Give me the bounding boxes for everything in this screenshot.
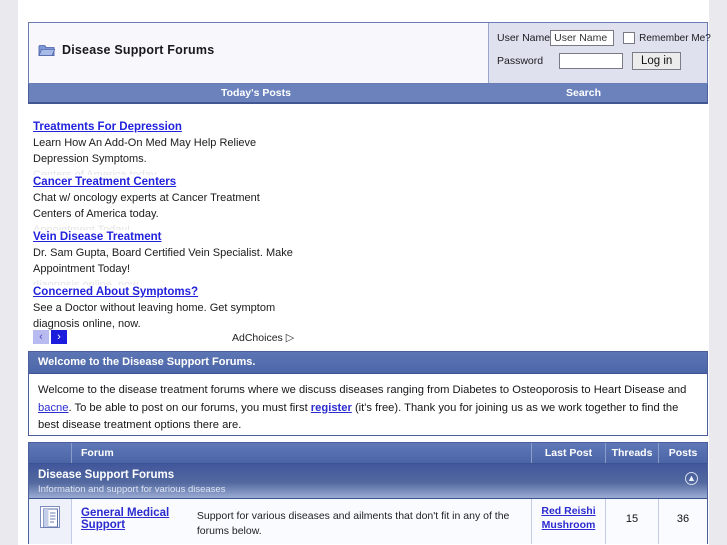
nav-bar: Today's Posts Search	[28, 84, 708, 104]
welcome-body: Welcome to the disease treatment forums …	[29, 374, 707, 435]
nav-todays-posts[interactable]: Today's Posts	[221, 87, 291, 99]
password-input[interactable]	[559, 53, 623, 69]
forum-table: Forum Last Post Threads Posts Disease Su…	[28, 442, 708, 544]
ad-desc-1-line1: Chat w/ oncology experts at Cancer Treat…	[33, 192, 260, 204]
ad-desc-3-line2: diagnosis online, now.	[33, 318, 141, 330]
posts-count: 36	[676, 513, 690, 525]
threads-count: 15	[606, 499, 659, 544]
ad-desc-2-line2: Appointment Today!	[33, 263, 131, 275]
welcome-box: Welcome to the Disease Support Forums. W…	[28, 351, 708, 436]
site-title: Disease Support Forums	[62, 43, 215, 57]
category-title: Disease Support Forums	[38, 469, 175, 481]
table-row: General Medical Support Support for vari…	[29, 499, 707, 544]
adchoices-triangle-icon: ▷	[285, 332, 295, 344]
chevron-up-icon[interactable]: ▲	[685, 472, 698, 485]
ad-prev-arrow-icon[interactable]: ‹	[33, 330, 49, 344]
remember-me-control[interactable]: Remember Me?	[623, 32, 711, 44]
ad-carousel-nav: ‹ ›	[33, 330, 67, 344]
forum-table-header: Forum Last Post Threads Posts	[29, 443, 707, 464]
header-last-post: Last Post	[532, 443, 606, 463]
forum-link-general-medical-support[interactable]: General Medical Support	[81, 507, 197, 544]
forum-status-icon-cell	[29, 499, 72, 544]
login-button[interactable]: Log in	[632, 52, 682, 70]
welcome-heading: Welcome to the Disease Support Forums.	[29, 352, 707, 374]
ad-next-arrow-icon[interactable]: ›	[51, 330, 67, 344]
ad-clipped-text-2: diagnosis online, now.	[33, 279, 141, 285]
ad-title-0[interactable]: Treatments For Depression	[33, 120, 353, 135]
header-icon-column	[29, 443, 72, 463]
ad-desc-1-line2: Centers of America today.	[33, 208, 159, 220]
adchoices-label: AdChoices	[232, 331, 283, 344]
site-branding[interactable]: Disease Support Forums	[38, 43, 214, 57]
header-posts: Posts	[668, 447, 698, 459]
ad-desc-0-line2: Depression Symptoms.	[33, 153, 147, 165]
forum-description: Support for various diseases and ailment…	[196, 510, 510, 537]
header-forum: Forum	[72, 443, 532, 463]
welcome-text-1: Welcome to the disease treatment forums …	[38, 384, 687, 396]
page-root: Disease Support Forums User Name Remembe…	[0, 0, 727, 545]
remember-me-label: Remember Me?	[639, 32, 711, 44]
forum-category-bar: Disease Support Forums Information and s…	[29, 464, 707, 499]
ad-desc-3-line1: See a Doctor without leaving home. Get s…	[33, 302, 276, 314]
site-header: Disease Support Forums User Name Remembe…	[28, 22, 711, 84]
ad-carousel: Treatments For Depression Learn How An A…	[33, 120, 353, 332]
category-subtitle: Information and support for various dise…	[38, 484, 226, 495]
ad-clipped-text-0: Centers of America today.	[33, 169, 159, 175]
ad-title-2[interactable]: Vein Disease Treatment	[33, 230, 353, 245]
bacne-link[interactable]: bacne	[38, 402, 68, 414]
ad-desc-0-line1: Learn How An Add-On Med May Help Relieve	[33, 137, 257, 149]
login-panel: User Name Remember Me? Password Log in	[488, 23, 711, 83]
adchoices[interactable]: AdChoices ▷	[232, 331, 295, 345]
username-label: User Name	[497, 32, 551, 44]
document-icon	[40, 506, 60, 528]
forum-name-cell: General Medical Support Support for vari…	[72, 499, 532, 544]
register-link[interactable]: register	[311, 402, 352, 414]
nav-search[interactable]: Search	[566, 87, 601, 99]
username-input[interactable]	[550, 30, 615, 46]
ad-clipped-text-1: Appointment Today!	[33, 224, 131, 230]
password-row: Password Log in	[497, 52, 701, 70]
password-label: Password	[497, 55, 544, 67]
ad-title-3[interactable]: Concerned About Symptoms?	[33, 285, 353, 300]
username-row: User Name Remember Me?	[497, 30, 711, 46]
ad-title-1[interactable]: Cancer Treatment Centers	[33, 175, 353, 190]
header-threads: Threads	[606, 443, 659, 463]
last-post-link-line1[interactable]: Red Reishi	[541, 504, 595, 518]
last-post-link-line2[interactable]: Mushroom	[542, 518, 596, 532]
welcome-text-2: . To be able to post on our forums, you …	[68, 401, 311, 414]
last-post-cell: Red Reishi Mushroom	[532, 499, 606, 544]
folder-icon	[38, 43, 56, 57]
ad-desc-2-line1: Dr. Sam Gupta, Board Certified Vein Spec…	[33, 247, 293, 259]
remember-me-checkbox[interactable]	[623, 32, 636, 44]
